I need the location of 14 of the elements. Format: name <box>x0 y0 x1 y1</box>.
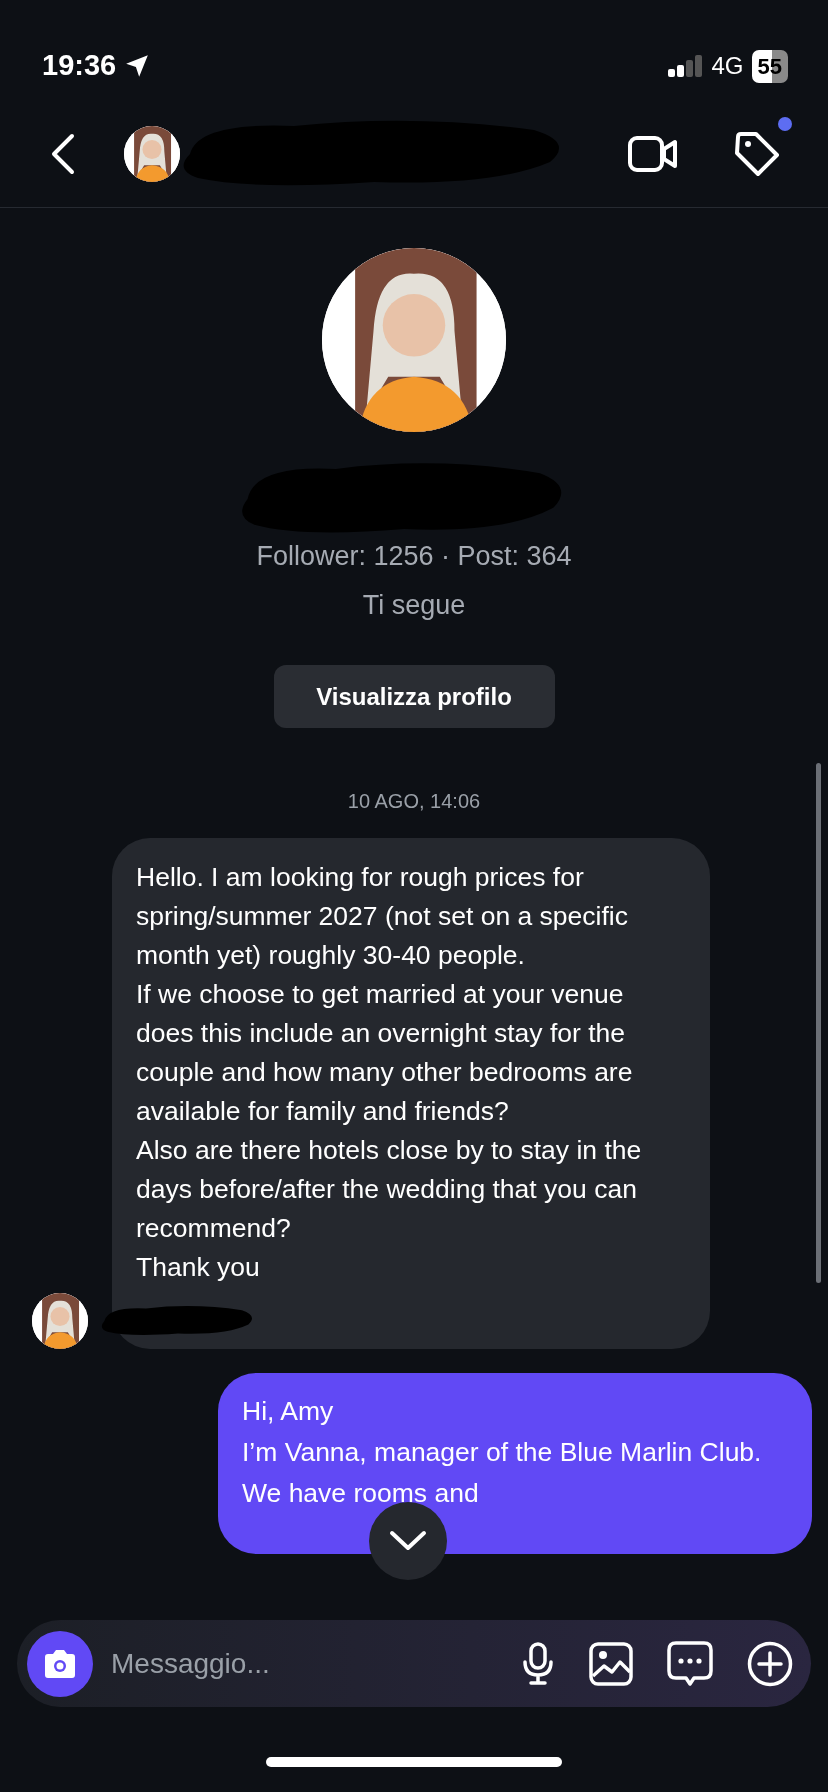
message-text: If we choose to get married at your venue does this include an overnight stay for the couple and how many other bedrooms are available for family and friends? <box>136 978 634 1128</box>
network-label: 4G <box>711 51 744 81</box>
clock-time: 19:36 <box>42 48 117 84</box>
message-text: Hi, Amy <box>242 1395 335 1428</box>
message-text: Also are there hotels close by to stay in the days before/after the wedding that you can recommend? <box>136 1134 643 1245</box>
message-date: 10 AGO, 14:06 <box>347 789 481 814</box>
view-profile-button[interactable]: Visualizza profilo <box>273 665 555 728</box>
battery-level: 55 <box>751 49 788 83</box>
message-input[interactable]: Messaggio... <box>109 1641 469 1686</box>
message-text: Hello. I am looking for rough prices for spring/summer 2027 (not set on a specific month yet) roughly 30-40 people. <box>136 861 629 972</box>
message-text: Thank you <box>136 1251 261 1284</box>
profile-stats: Follower: 1256 · Post: 364 <box>256 540 572 573</box>
follow-status: Ti segue <box>362 588 466 622</box>
message-text: I’m Vanna, manager of the Blue Marlin Club. We have rooms and <box>242 1436 763 1510</box>
